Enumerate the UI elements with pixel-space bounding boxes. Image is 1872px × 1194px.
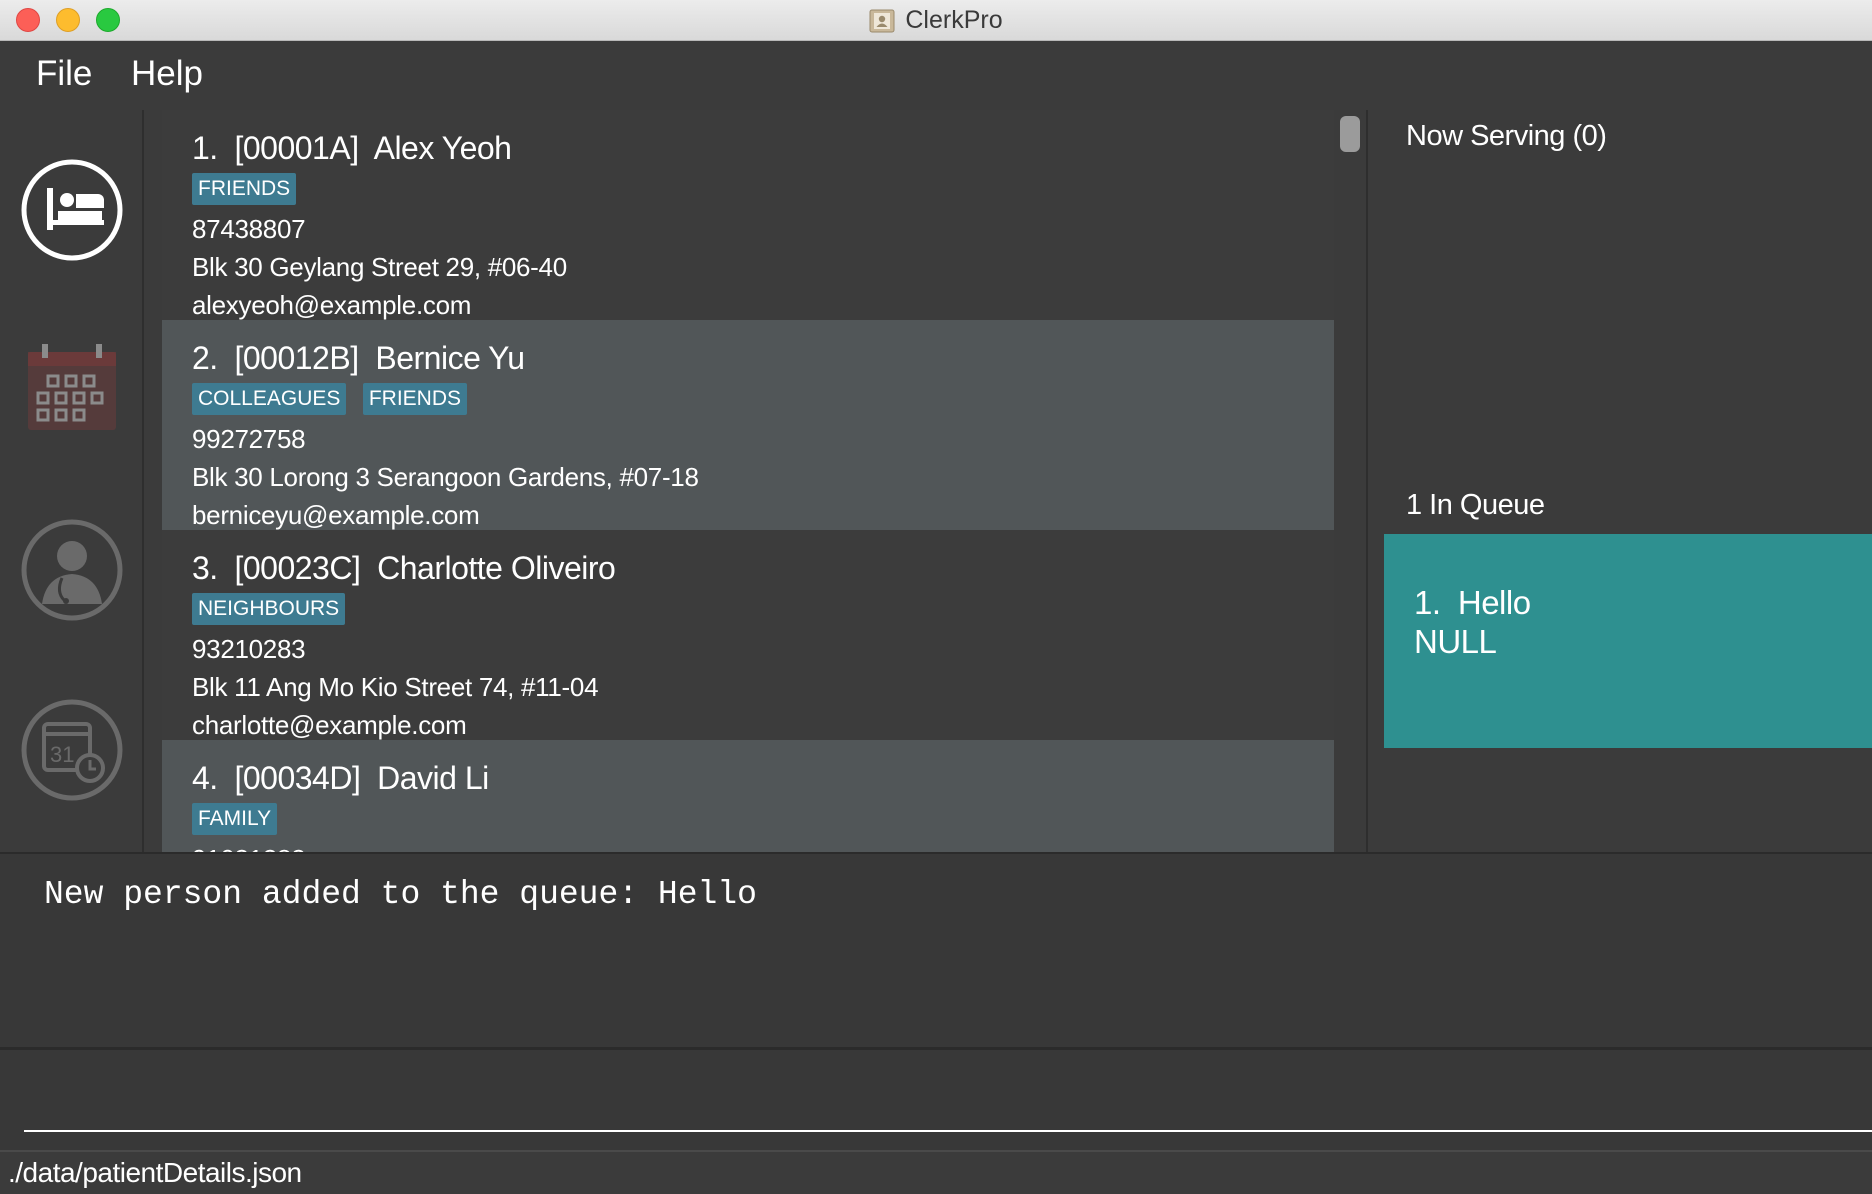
phone-text: 93210283	[192, 634, 306, 664]
email-text: berniceyu@example.com	[192, 500, 480, 530]
person-card[interactable]: 4. [00034D] David Li FAMILY 91031282	[162, 740, 1334, 852]
person-name-line: 1. [00001A] Alex Yeoh	[192, 130, 512, 166]
queue-panel: Now Serving (0) 1 In Queue 1. Hello NULL	[1368, 110, 1872, 852]
window-title: ClerkPro	[905, 6, 1003, 34]
email-text: alexyeoh@example.com	[192, 290, 472, 320]
result-message: New person added to the queue: Hello	[44, 876, 757, 913]
calendar-icon[interactable]	[20, 338, 124, 442]
person-card[interactable]: 1. [00001A] Alex Yeoh FRIENDS 87438807 B…	[162, 110, 1334, 320]
sidebar: 31	[0, 110, 144, 852]
email-text: charlotte@example.com	[192, 710, 467, 740]
tag-list: COLLEAGUES FRIENDS	[192, 383, 1334, 417]
result-display: New person added to the queue: Hello	[0, 852, 1872, 1050]
phone-text: 87438807	[192, 214, 306, 244]
person-name-line: 4. [00034D] David Li	[192, 760, 489, 796]
list-scrollbar[interactable]	[1340, 116, 1360, 152]
title-bar: ClerkPro	[0, 0, 1872, 41]
tag-list: FRIENDS	[192, 173, 1334, 207]
address-text: Blk 30 Lorong 3 Serangoon Gardens, #07-1…	[192, 462, 699, 492]
doctor-icon[interactable]	[20, 518, 124, 622]
command-input[interactable]	[24, 1070, 1872, 1132]
tag: FRIENDS	[362, 383, 468, 415]
command-box	[0, 1050, 1872, 1150]
data-file-path: ./data/patientDetails.json	[8, 1157, 302, 1188]
person-list: 1. [00001A] Alex Yeoh FRIENDS 87438807 B…	[146, 110, 1366, 852]
menu-help[interactable]: Help	[131, 54, 203, 94]
address-text: Blk 30 Geylang Street 29, #06-40	[192, 252, 567, 282]
now-serving-heading: Now Serving (0)	[1406, 120, 1607, 152]
queue-name-line: 1. Hello	[1414, 584, 1531, 621]
tag-list: NEIGHBOURS	[192, 593, 1334, 627]
app-icon	[869, 9, 895, 32]
person-card[interactable]: 2. [00012B] Bernice Yu COLLEAGUES FRIEND…	[162, 320, 1334, 530]
menu-bar: File Help	[0, 42, 1872, 110]
tag: NEIGHBOURS	[192, 593, 346, 625]
phone-text: 99272758	[192, 424, 306, 454]
in-queue-heading: 1 In Queue	[1406, 489, 1545, 521]
queue-card[interactable]: 1. Hello NULL	[1384, 534, 1872, 748]
svg-text:31: 31	[50, 742, 74, 767]
person-card[interactable]: 3. [00023C] Charlotte Oliveiro NEIGHBOUR…	[162, 530, 1334, 740]
person-name-line: 2. [00012B] Bernice Yu	[192, 340, 525, 376]
phone-text: 91031282	[192, 844, 1334, 852]
tag-list: FAMILY	[192, 803, 1334, 837]
tag: FAMILY	[192, 803, 278, 835]
tag: COLLEAGUES	[192, 383, 347, 415]
tag: FRIENDS	[192, 173, 297, 205]
appointment-clock-icon[interactable]: 31	[20, 698, 124, 802]
patient-bed-icon[interactable]	[20, 158, 124, 262]
status-bar: ./data/patientDetails.json	[0, 1150, 1872, 1194]
person-name-line: 3. [00023C] Charlotte Oliveiro	[192, 550, 616, 586]
address-text: Blk 11 Ang Mo Kio Street 74, #11-04	[192, 672, 599, 702]
menu-file[interactable]: File	[36, 54, 92, 94]
queue-detail: NULL	[1414, 623, 1497, 660]
